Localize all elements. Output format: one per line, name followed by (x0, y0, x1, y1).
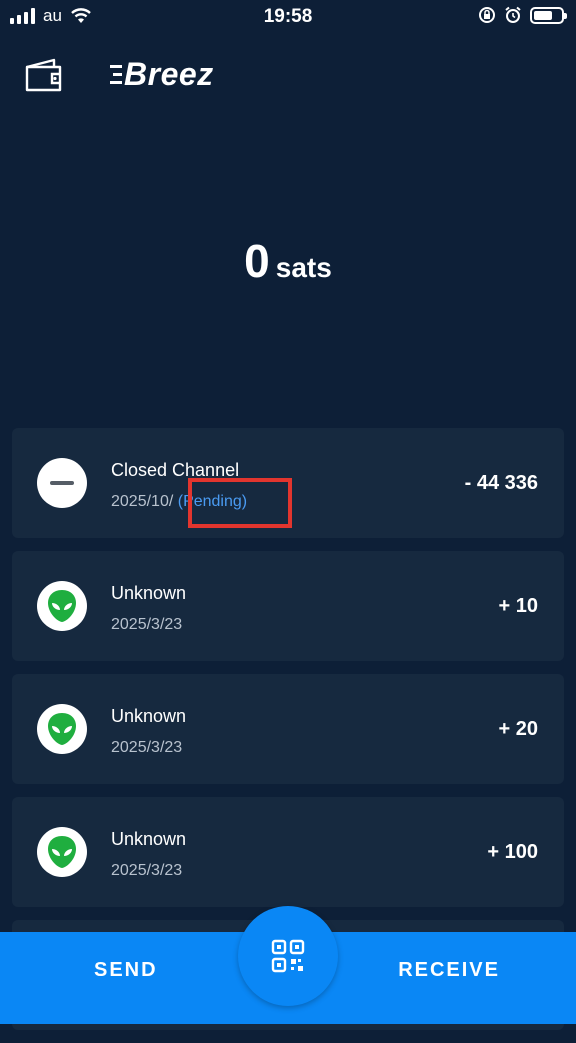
transaction-item[interactable]: Unknown 2025/3/23 + 20 (12, 674, 564, 784)
transaction-amount: - 44 336 (464, 472, 538, 494)
battery-icon (530, 6, 567, 24)
app-header: Breez (0, 54, 576, 98)
transaction-item[interactable]: Closed Channel 2025/10/ (Pending) - 44 3… (12, 428, 564, 538)
transaction-date-text: 2025/10/ (111, 493, 174, 510)
alien-icon (48, 836, 76, 868)
status-bar: au 19:58 (0, 0, 576, 34)
send-button[interactable]: SEND (88, 958, 164, 983)
transaction-title: Unknown (111, 829, 187, 849)
balance-amount: 0 (244, 235, 270, 287)
alien-icon (48, 590, 76, 622)
transaction-date: 2025/3/23 (111, 616, 183, 633)
transaction-amount: + 100 (487, 841, 538, 863)
logo-speed-icon (110, 64, 122, 84)
transaction-date: 2025/3/23 (111, 862, 183, 879)
transaction-avatar (37, 704, 87, 754)
transaction-avatar (37, 581, 87, 631)
qr-code-icon (271, 939, 305, 973)
alarm-icon (505, 6, 521, 23)
transaction-amount: + 20 (498, 718, 538, 740)
balance-unit: sats (275, 252, 332, 283)
logo-text: Breez (124, 56, 214, 92)
minus-icon (50, 481, 74, 485)
wallet-icon[interactable] (24, 58, 64, 94)
transaction-title: Unknown (111, 583, 187, 603)
status-right (478, 6, 567, 24)
alien-icon (48, 713, 76, 745)
rotation-lock-icon (479, 7, 495, 23)
highlight-box (188, 478, 292, 528)
balance: 0 sats (0, 234, 576, 288)
transaction-title: Unknown (111, 706, 187, 726)
scan-qr-button[interactable] (238, 906, 338, 1006)
transaction-item[interactable]: Unknown 2025/3/23 + 10 (12, 551, 564, 661)
breez-logo: Breez (110, 56, 214, 93)
receive-button[interactable]: RECEIVE (392, 958, 506, 983)
transaction-avatar (37, 458, 87, 508)
transaction-amount: + 10 (498, 595, 538, 617)
transaction-date: 2025/3/23 (111, 739, 183, 756)
transaction-item[interactable]: Unknown 2025/3/23 + 100 (12, 797, 564, 907)
transaction-avatar (37, 827, 87, 877)
